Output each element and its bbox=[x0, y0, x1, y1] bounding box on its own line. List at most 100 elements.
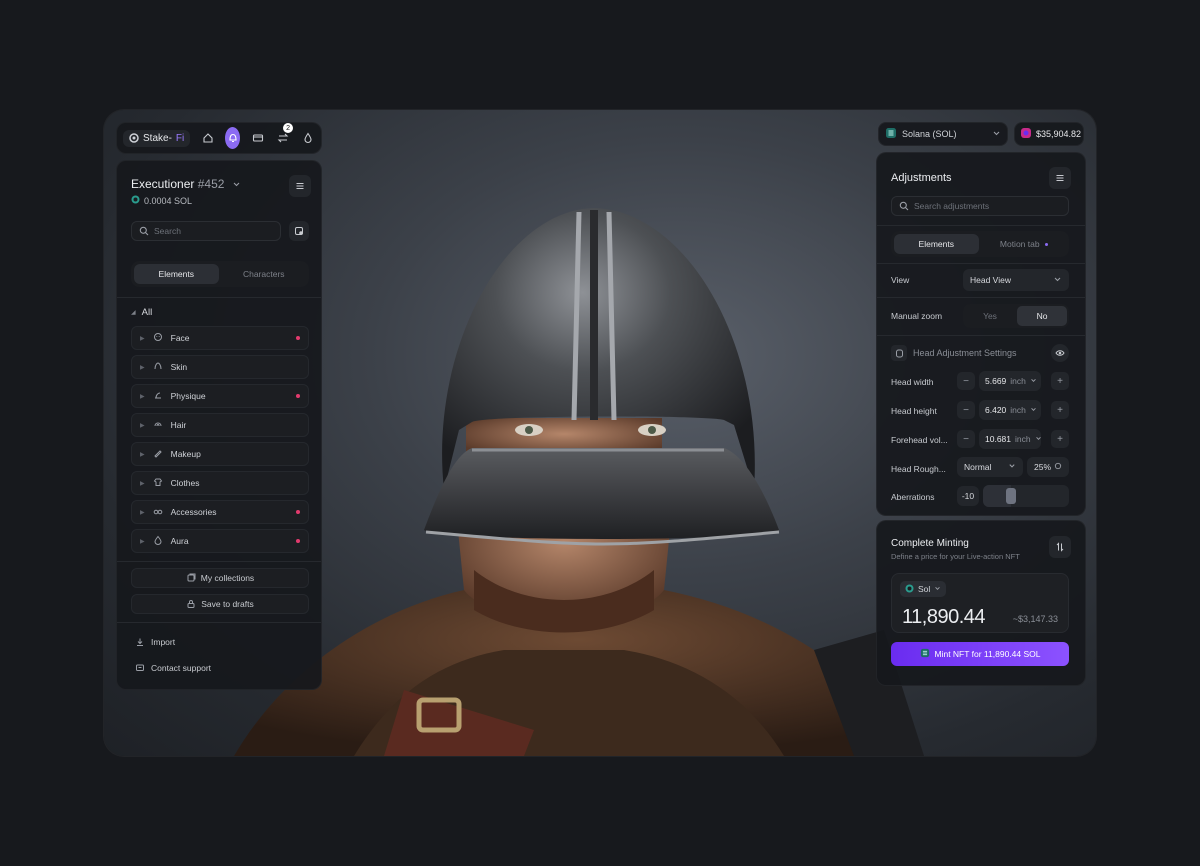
new-dot bbox=[1044, 242, 1048, 246]
forehead-input[interactable]: 10.681 inch bbox=[979, 429, 1041, 449]
stakefi-logo[interactable]: Stake- Fi bbox=[123, 129, 191, 147]
sort-button[interactable] bbox=[1049, 536, 1071, 558]
category-makeup[interactable]: ▶ Makeup bbox=[131, 442, 309, 466]
wallet-balance[interactable]: $35,904.82 bbox=[1014, 122, 1084, 146]
head-width-decrease[interactable]: − bbox=[957, 372, 975, 390]
collection-icon bbox=[187, 573, 196, 582]
menu-icon bbox=[1056, 174, 1064, 182]
left-tabs: Elements Characters bbox=[131, 261, 309, 287]
mint-nft-button[interactable]: Mint NFT for 11,890.44 SOL bbox=[891, 642, 1069, 666]
cards-nav-button[interactable] bbox=[250, 127, 265, 149]
import-link[interactable]: Import bbox=[135, 637, 175, 647]
menu-icon bbox=[296, 182, 304, 190]
left-menu-button[interactable] bbox=[289, 175, 311, 197]
head-width-increase[interactable]: + bbox=[1051, 372, 1069, 390]
roughness-percent-input[interactable]: 25% bbox=[1027, 457, 1069, 477]
left-panel: Executioner #452 0.0004 SOL Search Eleme… bbox=[116, 160, 322, 690]
forehead-decrease[interactable]: − bbox=[957, 430, 975, 448]
adjustments-panel: Adjustments Search adjustments Elements … bbox=[876, 152, 1086, 516]
lock-icon bbox=[187, 600, 195, 608]
drop-nav-button[interactable] bbox=[300, 127, 315, 149]
view-select[interactable]: Head View bbox=[963, 269, 1069, 291]
mint-amount[interactable]: 11,890.44 bbox=[902, 606, 986, 629]
asset-number: #452 bbox=[197, 177, 225, 191]
forehead-unit: inch bbox=[1015, 434, 1031, 444]
network-select[interactable]: Solana (SOL) bbox=[878, 122, 1008, 146]
skin-icon bbox=[153, 361, 163, 373]
category-physique[interactable]: ▶ Physique bbox=[131, 384, 309, 408]
slider-handle[interactable] bbox=[1006, 488, 1016, 504]
tab-elements[interactable]: Elements bbox=[134, 264, 219, 284]
adjustments-menu-button[interactable] bbox=[1049, 167, 1071, 189]
physique-icon bbox=[153, 390, 163, 402]
my-collections-button[interactable]: My collections bbox=[131, 568, 309, 588]
head-height-increase[interactable]: + bbox=[1051, 401, 1069, 419]
divider bbox=[117, 561, 321, 562]
divider bbox=[877, 225, 1085, 226]
accessories-icon bbox=[153, 506, 163, 518]
contact-support-label: Contact support bbox=[151, 663, 212, 673]
minting-description: Define a price for your Live-action NFT bbox=[891, 552, 1020, 561]
left-search-placeholder: Search bbox=[154, 226, 181, 236]
all-categories-header[interactable]: ◢ All bbox=[131, 307, 152, 318]
sol-coin-icon bbox=[905, 584, 914, 595]
head-height-input[interactable]: 6.420 inch bbox=[979, 400, 1041, 420]
view-label: View bbox=[891, 275, 910, 285]
tab-motion-label: Motion tab bbox=[999, 239, 1040, 249]
changed-dot bbox=[296, 539, 300, 543]
tab-motion[interactable]: Motion tab bbox=[982, 234, 1067, 254]
asset-price-value: 0.0004 SOL bbox=[144, 195, 193, 206]
support-icon bbox=[136, 664, 144, 671]
head-width-input[interactable]: 5.669 inch bbox=[979, 371, 1041, 391]
manual-zoom-toggle: Yes No bbox=[963, 304, 1069, 328]
forehead-increase[interactable]: + bbox=[1051, 430, 1069, 448]
tab-characters[interactable]: Characters bbox=[222, 264, 307, 284]
roughness-mode-select[interactable]: Normal bbox=[957, 457, 1023, 477]
asset-title[interactable]: Executioner #452 bbox=[131, 177, 241, 191]
currency-select[interactable]: Sol bbox=[900, 581, 947, 597]
zoom-no-option[interactable]: No bbox=[1017, 306, 1067, 326]
notification-badge: 2 bbox=[283, 123, 294, 133]
minus-icon: − bbox=[963, 375, 969, 387]
category-aura[interactable]: ▶ Aura bbox=[131, 529, 309, 553]
swap-nav-button[interactable]: 2 bbox=[275, 123, 294, 149]
tab-elements[interactable]: Elements bbox=[894, 234, 979, 254]
changed-dot bbox=[296, 336, 300, 340]
contact-support-link[interactable]: Contact support bbox=[135, 663, 211, 673]
aberrations-slider[interactable] bbox=[983, 485, 1069, 507]
aberrations-value-box[interactable]: -10 bbox=[957, 486, 979, 506]
head-width-unit: inch bbox=[1010, 376, 1026, 386]
visibility-button[interactable] bbox=[1051, 344, 1069, 362]
category-label: Makeup bbox=[170, 449, 201, 459]
save-drafts-label: Save to drafts bbox=[201, 599, 254, 609]
category-skin[interactable]: ▶ Skin bbox=[131, 355, 309, 379]
category-face[interactable]: ▶ Face bbox=[131, 326, 309, 350]
head-width-label: Head width bbox=[891, 377, 934, 387]
adjustments-search-input[interactable]: Search adjustments bbox=[891, 196, 1069, 216]
expand-arrow-icon: ▶ bbox=[140, 538, 145, 545]
divider bbox=[877, 297, 1085, 298]
category-label: Physique bbox=[170, 391, 206, 401]
filter-button[interactable] bbox=[289, 221, 309, 241]
plus-icon: + bbox=[1057, 433, 1063, 445]
save-drafts-button[interactable]: Save to drafts bbox=[131, 594, 309, 614]
chevron-down-icon bbox=[232, 180, 241, 189]
head-height-decrease[interactable]: − bbox=[957, 401, 975, 419]
logo-text-suffix: Fi bbox=[175, 132, 185, 144]
character-nav-button[interactable] bbox=[225, 127, 241, 149]
solana-icon bbox=[885, 127, 897, 141]
divider bbox=[117, 622, 321, 623]
minting-title: Complete Minting bbox=[891, 538, 969, 549]
category-clothes[interactable]: ▶ Clothes bbox=[131, 471, 309, 495]
plus-icon: + bbox=[1057, 375, 1063, 387]
aura-icon bbox=[153, 535, 163, 547]
logo-icon bbox=[129, 133, 139, 143]
zoom-yes-option[interactable]: Yes bbox=[965, 306, 1015, 326]
face-icon bbox=[153, 332, 163, 344]
search-icon bbox=[139, 226, 149, 236]
head-settings-title: Head Adjustment Settings bbox=[913, 348, 1017, 358]
left-search-input[interactable]: Search bbox=[131, 221, 281, 241]
category-hair[interactable]: ▶ Hair bbox=[131, 413, 309, 437]
home-nav-button[interactable] bbox=[200, 127, 215, 149]
category-accessories[interactable]: ▶ Accessories bbox=[131, 500, 309, 524]
